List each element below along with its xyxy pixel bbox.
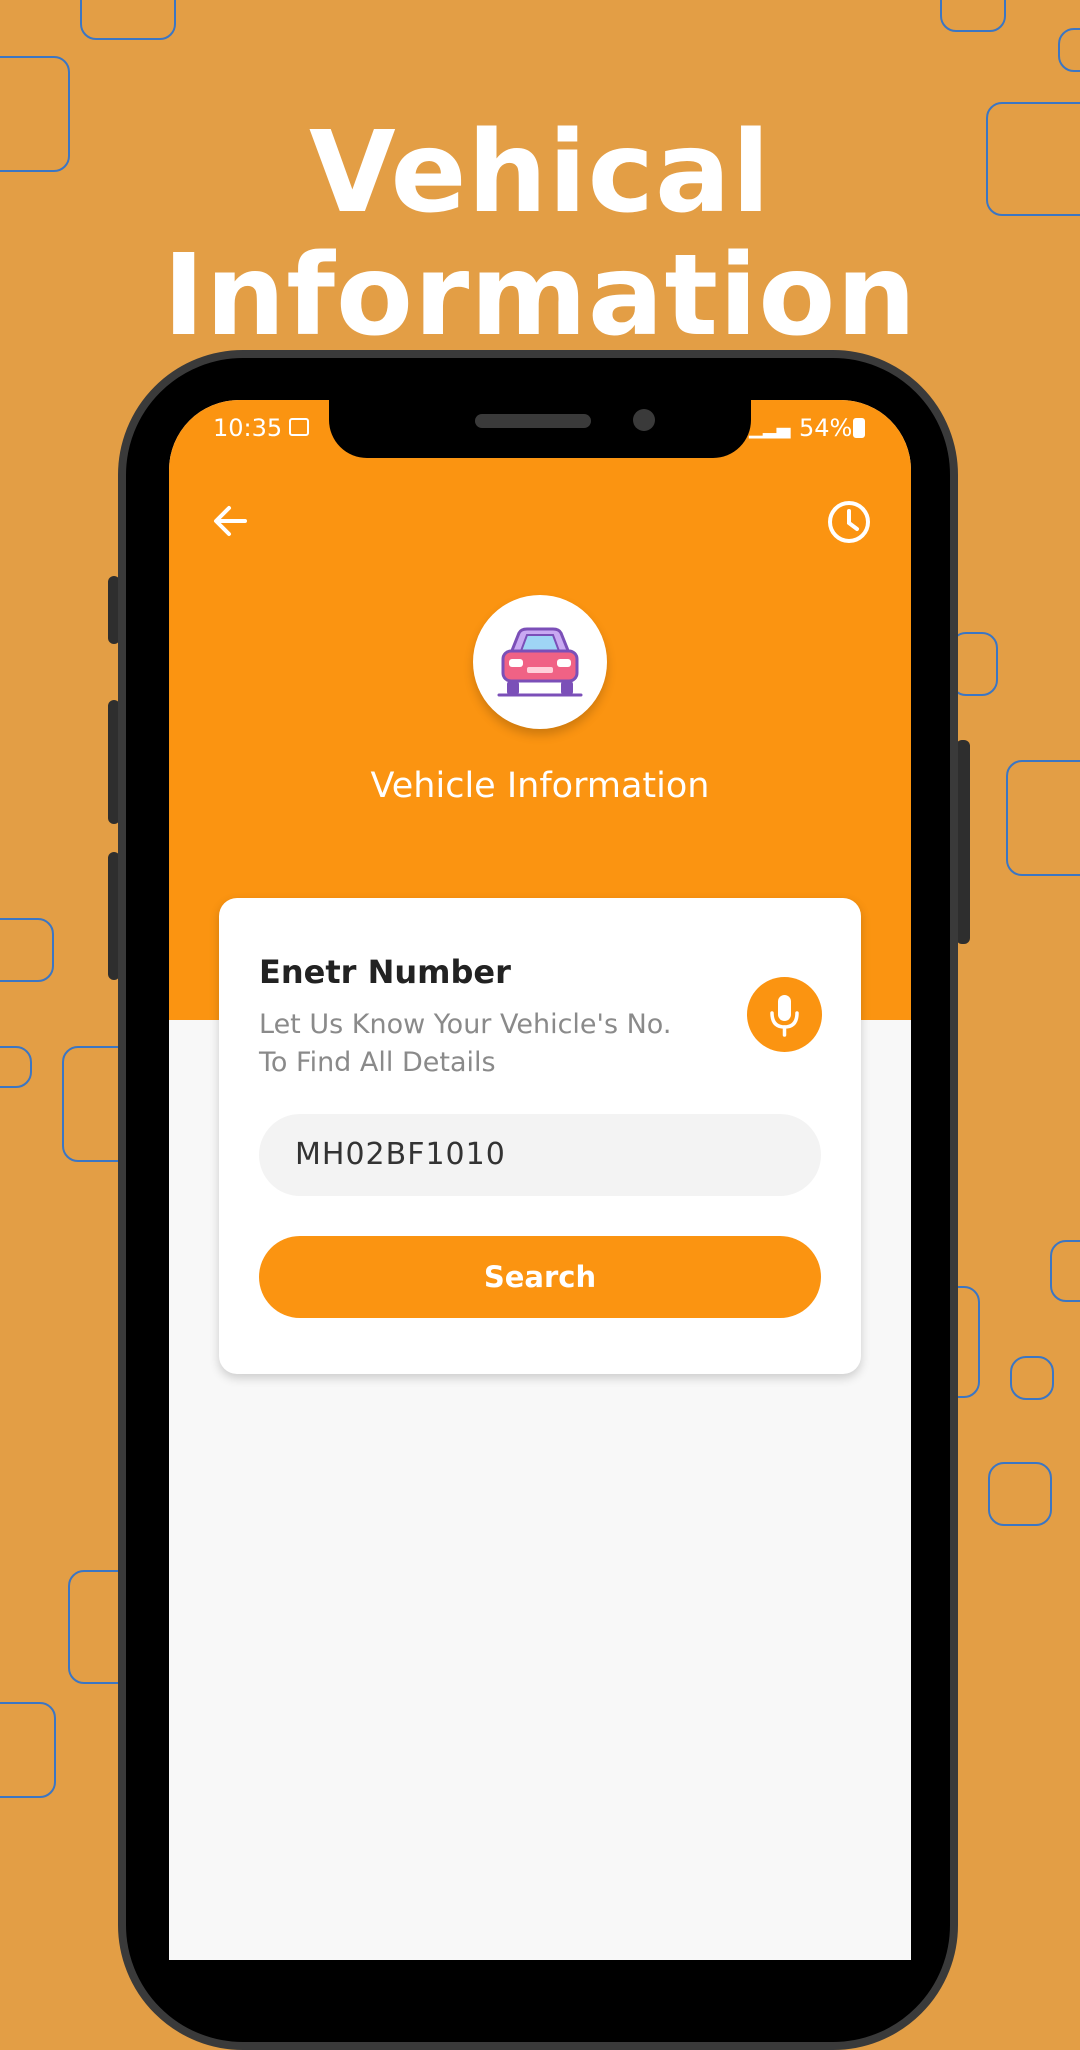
decorative-square: [0, 918, 54, 982]
app-screen: 10:35 ▁▂▄ 54% Vehicle Information Enetr …: [169, 400, 911, 1960]
status-time: 10:35: [213, 414, 283, 442]
gallery-notification-icon: [289, 418, 309, 436]
screen-title: Vehicle Information: [370, 766, 710, 806]
car-avatar: [473, 595, 607, 729]
car-icon: [497, 627, 583, 697]
decorative-square: [0, 1702, 56, 1798]
card-subtitle-line: To Find All Details: [259, 1047, 496, 1078]
decorative-square: [988, 1462, 1052, 1526]
decorative-square: [1058, 28, 1080, 72]
card-title: Enetr Number: [259, 953, 511, 991]
signal-icon: ▁▂▄: [749, 418, 791, 439]
voice-input-button[interactable]: [747, 977, 822, 1052]
phone-notch: [329, 400, 751, 458]
decorative-square: [1050, 1240, 1080, 1302]
search-button[interactable]: Search: [259, 1236, 821, 1318]
speaker-grille: [475, 414, 591, 428]
decorative-square: [1010, 1356, 1054, 1400]
card-subtitle-line: Let Us Know Your Vehicle's No.: [259, 1009, 672, 1040]
camera-icon: [633, 409, 655, 431]
decorative-square: [80, 0, 176, 40]
promo-headline: Vehical Information: [162, 108, 918, 362]
vehicle-number-input[interactable]: MH02BF1010: [259, 1114, 821, 1196]
battery-percent: 54%: [799, 414, 853, 442]
microphone-icon: [770, 995, 799, 1037]
clock-icon[interactable]: [827, 500, 871, 544]
card-subtitle: Let Us Know Your Vehicle's No. To Find A…: [259, 1006, 699, 1082]
decorative-square: [1006, 760, 1080, 876]
decorative-square: [940, 0, 1006, 32]
battery-icon: [853, 418, 865, 438]
vehicle-search-card: Enetr Number Let Us Know Your Vehicle's …: [219, 898, 861, 1374]
arrow-left-icon[interactable]: [205, 496, 255, 546]
decorative-square: [0, 1046, 32, 1088]
phone-side-button: [956, 740, 970, 944]
